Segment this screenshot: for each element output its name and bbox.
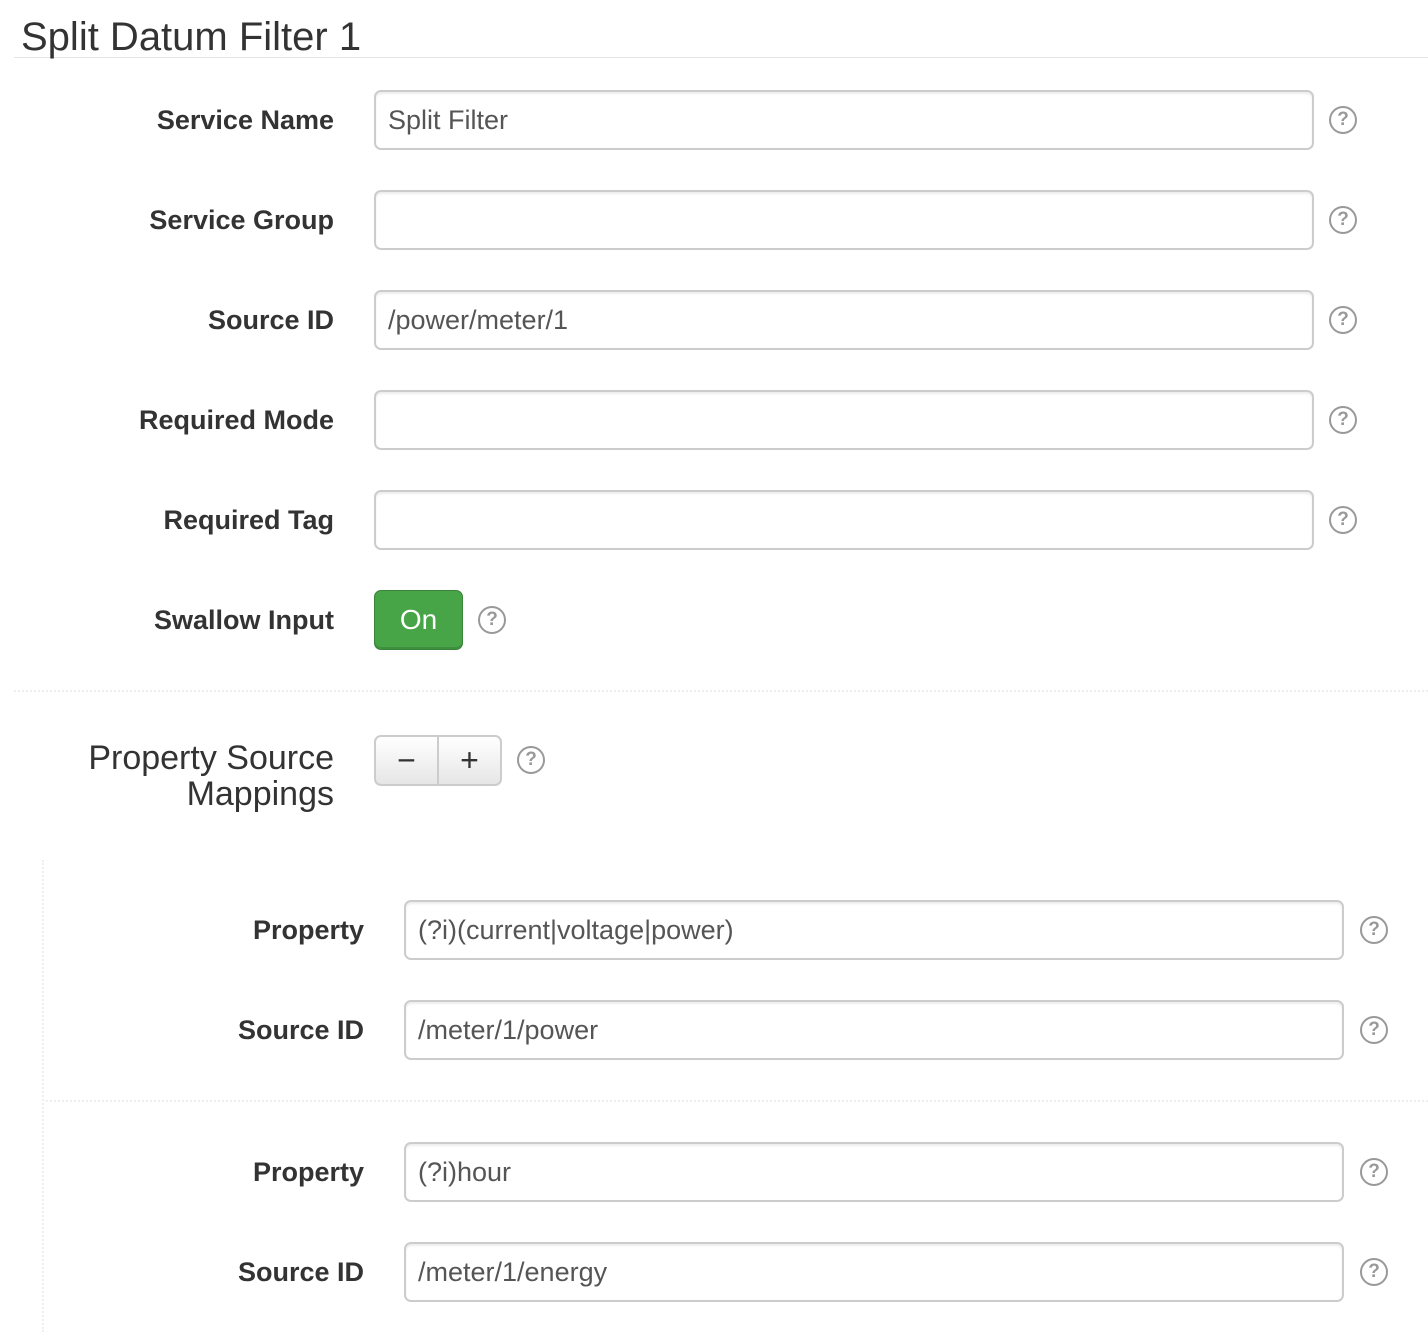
psm-label-line2: Mappings: [186, 775, 334, 813]
required-mode-input[interactable]: [374, 390, 1314, 450]
psm-label-line1: Property Source: [88, 739, 334, 777]
required-mode-label: Required Mode: [138, 405, 334, 435]
required-mode-help-icon[interactable]: ?: [1329, 406, 1357, 434]
field-row-service-name: Service Name ?: [0, 90, 1428, 150]
mapping-2-source-id-input[interactable]: [404, 1242, 1344, 1302]
mapping-2-property-help-icon[interactable]: ?: [1360, 1158, 1388, 1186]
add-mapping-button[interactable]: +: [437, 737, 500, 784]
mapping-1-property-label: Property: [252, 915, 364, 945]
remove-mapping-button[interactable]: −: [376, 737, 437, 784]
field-row-required-mode: Required Mode: [0, 390, 1428, 450]
mapping-2-property-input[interactable]: [404, 1142, 1344, 1202]
property-source-mappings-help-icon[interactable]: ?: [517, 746, 545, 774]
section-divider: [14, 690, 1428, 692]
field-row-source-id: Source ID: [0, 290, 1428, 350]
source-id-help-icon[interactable]: ?: [1329, 306, 1357, 334]
mapping-divider: [46, 1100, 1428, 1102]
mapping-1-property-row: Property: [0, 900, 1428, 960]
property-source-mappings-label: Property Source Mappings: [88, 740, 334, 812]
help-icon[interactable]: ?: [1329, 106, 1357, 134]
service-group-help-icon[interactable]: ?: [1329, 206, 1357, 234]
field-row-service-group: Service Group: [0, 190, 1428, 250]
field-row-swallow-input: Swallow Input: [0, 590, 360, 650]
mapping-1-property-input[interactable]: [404, 900, 1344, 960]
swallow-input-label: Swallow Input: [154, 605, 334, 635]
mapping-1-source-id-input[interactable]: [404, 1000, 1344, 1060]
mapping-2-source-row: Source ID: [0, 1242, 1428, 1302]
service-group-input[interactable]: [374, 190, 1314, 250]
service-group-label: Service Group: [149, 205, 334, 235]
mapping-1-source-row: Source ID: [0, 1000, 1428, 1060]
required-tag-help-icon[interactable]: ?: [1329, 506, 1357, 534]
page-title: Split Datum Filter 1: [14, 10, 1428, 59]
mapping-1-property-help-icon[interactable]: ?: [1360, 916, 1388, 944]
source-id-input[interactable]: [374, 290, 1314, 350]
mapping-2-property-row: Property: [0, 1142, 1428, 1202]
swallow-input-toggle[interactable]: On: [374, 590, 463, 650]
mapping-1-source-id-label: Source ID: [237, 1015, 364, 1045]
mapping-2-property-label: Property: [252, 1157, 364, 1187]
swallow-input-help-icon[interactable]: ?: [478, 606, 506, 634]
mapping-count-button-group: − +: [374, 735, 502, 786]
source-id-label: Source ID: [207, 305, 334, 335]
service-name-label: Service Name: [156, 105, 334, 135]
field-row-required-tag: Required Tag: [0, 490, 1428, 550]
service-name-input[interactable]: [374, 90, 1314, 150]
mapping-2-source-id-label: Source ID: [237, 1257, 364, 1287]
required-tag-label: Required Tag: [163, 505, 334, 535]
mapping-1-source-id-help-icon[interactable]: ?: [1360, 1016, 1388, 1044]
mapping-2-source-id-help-icon[interactable]: ?: [1360, 1258, 1388, 1286]
required-tag-input[interactable]: [374, 490, 1314, 550]
